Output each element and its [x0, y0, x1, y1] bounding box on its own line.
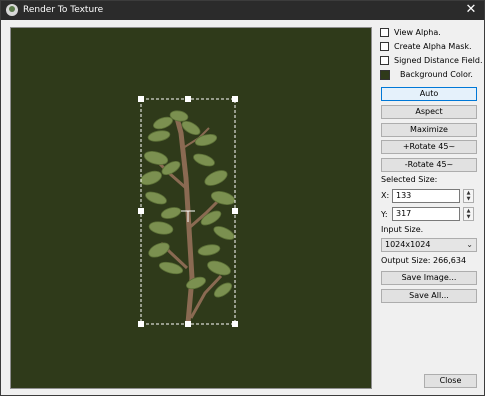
size-x-input[interactable]: 133: [392, 189, 460, 203]
view-alpha-label: View Alpha.: [394, 28, 441, 37]
rotate-plus-button[interactable]: +Rotate 45~: [381, 140, 477, 154]
texture-preview[interactable]: [10, 27, 372, 389]
size-y-spinner[interactable]: ▲ ▼: [463, 207, 474, 221]
signed-distance-field-label: Signed Distance Field.: [394, 56, 483, 65]
plant-stem: [174, 117, 195, 324]
handle-bottom-middle: [185, 321, 191, 327]
create-alpha-mask-label: Create Alpha Mask.: [394, 42, 472, 51]
spin-down-icon[interactable]: ▼: [464, 196, 473, 202]
background-color-swatch[interactable]: [380, 70, 390, 80]
aspect-button[interactable]: Aspect: [381, 105, 477, 119]
handle-bottom-left: [138, 321, 144, 327]
app-icon: [6, 4, 18, 16]
handle-middle-left: [138, 208, 144, 214]
save-all-button[interactable]: Save All...: [381, 289, 477, 303]
title-bar: Render To Texture ✕: [1, 1, 484, 20]
save-image-button[interactable]: Save Image...: [381, 271, 477, 285]
background-color-label: Background Color.: [400, 70, 473, 79]
handle-top-middle: [185, 96, 191, 102]
rotate-minus-button[interactable]: -Rotate 45~: [381, 158, 477, 172]
close-button[interactable]: Close: [424, 374, 477, 388]
view-alpha-checkbox[interactable]: [380, 28, 389, 37]
handle-top-left: [138, 96, 144, 102]
preview-canvas: [138, 96, 238, 327]
spin-down-icon[interactable]: ▼: [464, 214, 473, 220]
x-label: X:: [381, 191, 390, 200]
y-label: Y:: [381, 210, 388, 219]
auto-button[interactable]: Auto: [381, 87, 477, 101]
size-y-input[interactable]: 317: [392, 207, 460, 221]
create-alpha-mask-checkbox[interactable]: [380, 42, 389, 51]
output-size-text: Output Size: 266,634: [381, 256, 467, 265]
pivot-marker[interactable]: [181, 210, 195, 222]
handle-top-right: [232, 96, 238, 102]
input-size-value: 1024x1024: [385, 240, 431, 249]
window-title: Render To Texture: [23, 5, 104, 15]
signed-distance-field-checkbox[interactable]: [380, 56, 389, 65]
close-icon[interactable]: ✕: [464, 2, 478, 18]
chevron-down-icon: ⌄: [466, 240, 473, 249]
handle-bottom-right: [232, 321, 238, 327]
size-x-spinner[interactable]: ▲ ▼: [463, 189, 474, 203]
render-to-texture-window: Render To Texture ✕ View Alpha. Create A…: [0, 0, 485, 396]
input-size-label: Input Size.: [381, 225, 424, 234]
selected-size-label: Selected Size:: [381, 175, 438, 184]
maximize-button[interactable]: Maximize: [381, 123, 477, 137]
handle-middle-right: [232, 208, 238, 214]
input-size-select[interactable]: 1024x1024 ⌄: [381, 238, 477, 252]
